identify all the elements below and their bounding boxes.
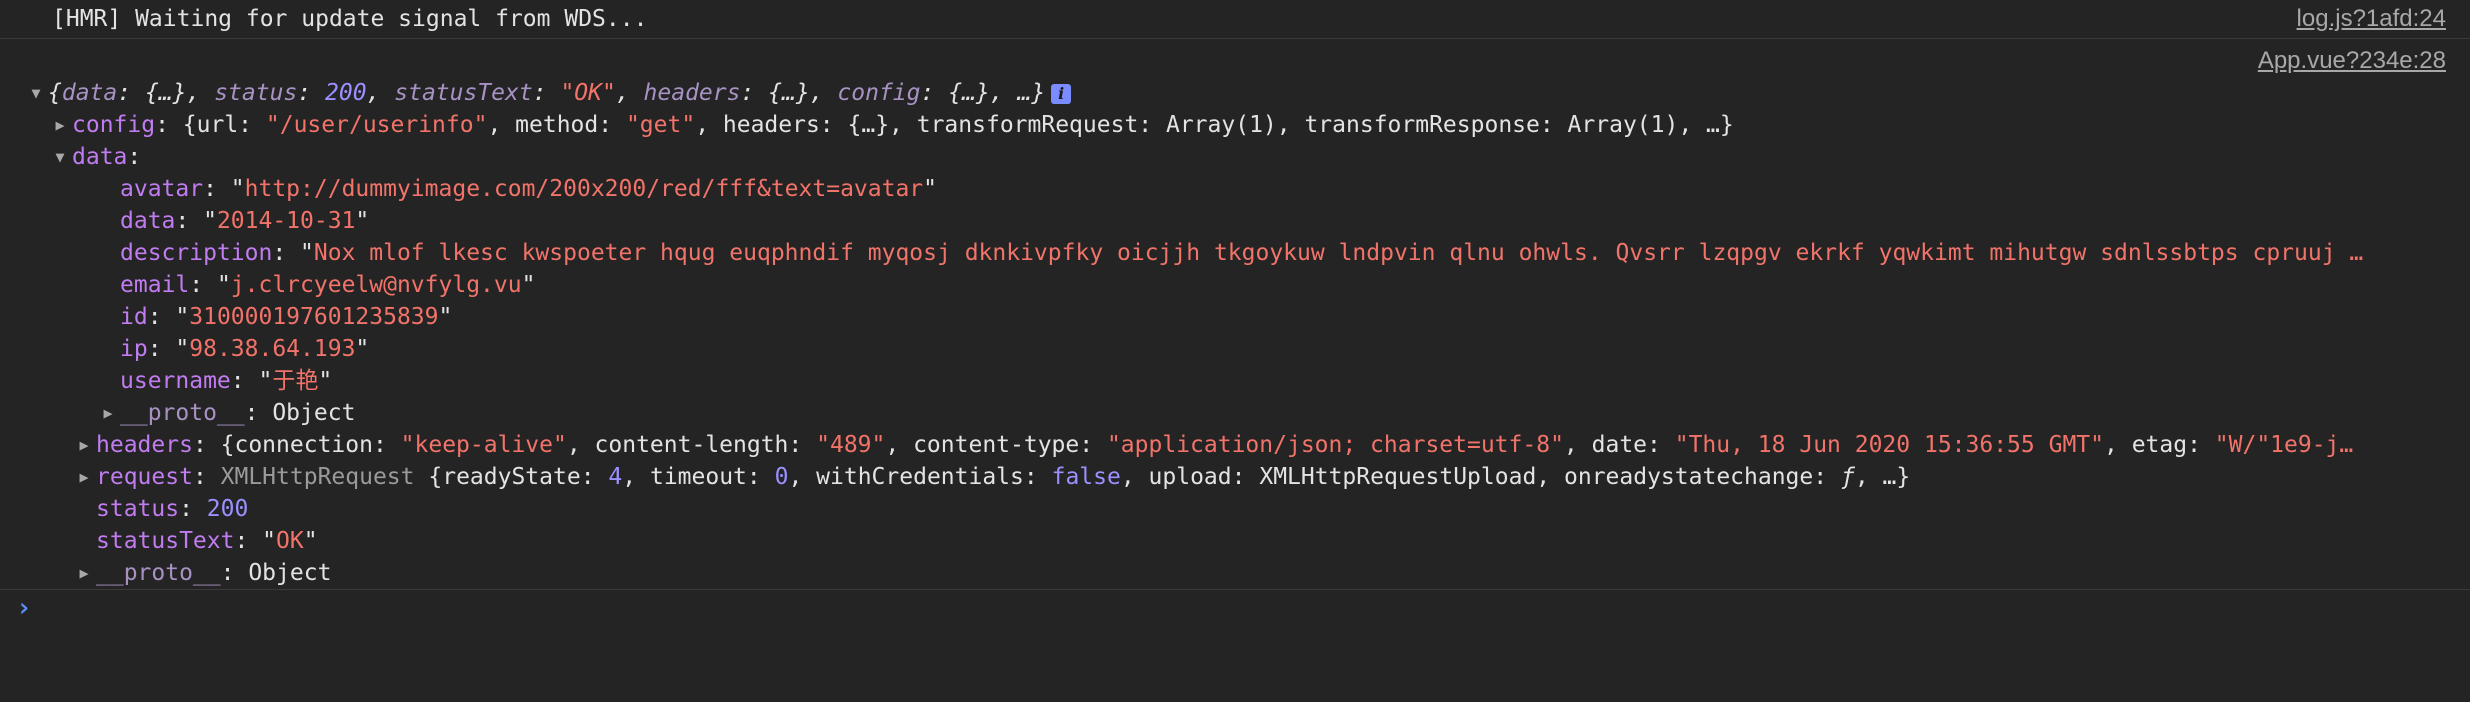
source-link-log-js[interactable]: log.js?1afd:24 <box>2297 0 2446 38</box>
expand-triangle-right-icon[interactable]: ▶ <box>72 557 96 589</box>
property-data-proto[interactable]: ▶ __proto__: Object <box>0 397 2470 429</box>
property-id: id: "310000197601235839" <box>120 304 453 330</box>
info-icon[interactable]: i <box>1051 83 1072 104</box>
property-data-date: data: "2014-10-31" <box>120 208 370 234</box>
property-request[interactable]: ▶ request: XMLHttpRequest {readyState: 4,… <box>0 461 2470 493</box>
source-link-app-vue[interactable]: App.vue?234e:28 <box>2258 45 2446 77</box>
expand-triangle-right-icon[interactable]: ▶ <box>72 461 96 493</box>
property-proto[interactable]: ▶ __proto__: Object <box>0 557 2470 589</box>
property-email: email: "j.clrcyeelw@nvfylg.vu" <box>120 272 536 298</box>
property-data[interactable]: ▼ data: <box>0 141 2470 173</box>
property-avatar: avatar: "http://dummyimage.com/200x200/r… <box>120 176 938 202</box>
devtools-console: [HMR] Waiting for update signal from WDS… <box>0 0 2470 702</box>
response-summary[interactable]: ▼ {data: {…}, status: 200, statusText: "O… <box>0 77 2470 109</box>
console-prompt: › <box>0 590 2470 628</box>
expand-triangle-right-icon[interactable]: ▶ <box>72 429 96 461</box>
prompt-chevron-icon: › <box>16 593 32 623</box>
property-status: status: 200 <box>96 496 249 522</box>
console-message-hmr: [HMR] Waiting for update signal from WDS… <box>0 0 2470 39</box>
expand-triangle-down-icon[interactable]: ▼ <box>48 141 72 173</box>
property-description: description: "Nox mlof lkesc kwspoeter h… <box>120 240 2364 266</box>
property-config[interactable]: ▶ config: {url: "/user/userinfo", method:… <box>0 109 2470 141</box>
expand-triangle-down-icon[interactable]: ▼ <box>24 77 48 109</box>
property-headers[interactable]: ▶ headers: {connection: "keep-alive", con… <box>0 429 2470 461</box>
property-username: username: "于艳" <box>120 368 333 394</box>
expand-triangle-right-icon[interactable]: ▶ <box>96 397 120 429</box>
property-ip: ip: "98.38.64.193" <box>120 336 370 362</box>
expand-triangle-right-icon[interactable]: ▶ <box>48 109 72 141</box>
hmr-message-text: [HMR] Waiting for update signal from WDS… <box>52 6 648 32</box>
console-input[interactable] <box>52 590 2470 628</box>
console-message-response: App.vue?234e:28 ▼ {data: {…}, status: 200… <box>0 39 2470 590</box>
property-statustext: statusText: "OK" <box>96 528 318 554</box>
